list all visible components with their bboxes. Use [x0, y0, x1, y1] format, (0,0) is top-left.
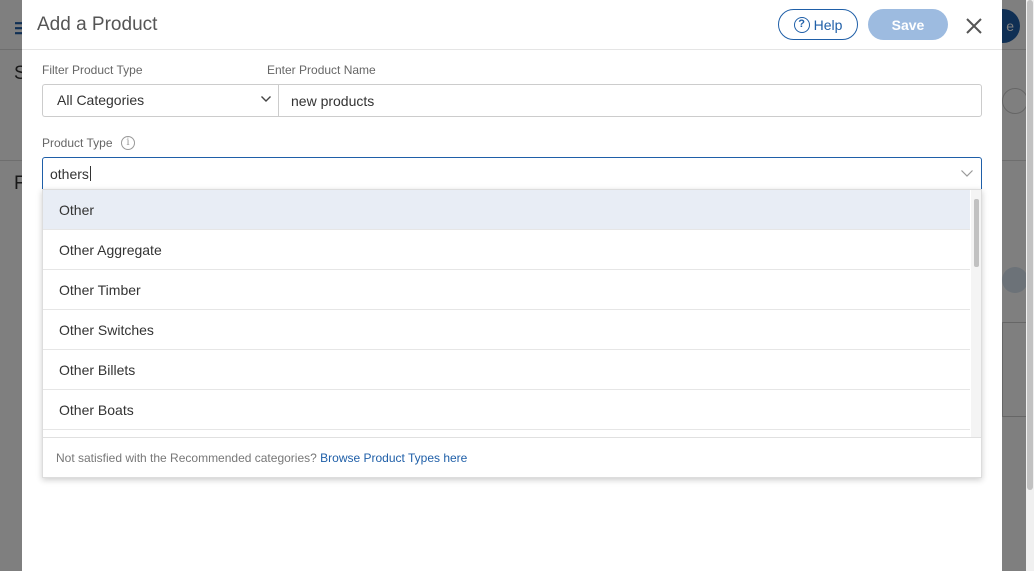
dropdown-option[interactable]: Other Aggregate [43, 230, 970, 270]
input-divider [278, 91, 279, 110]
filter-product-type-select[interactable]: All Categories [42, 84, 279, 117]
dropdown-option[interactable]: Other Boats [43, 390, 970, 430]
page-scrollbar-thumb[interactable] [1027, 0, 1033, 490]
browse-product-types-link[interactable]: Browse Product Types here [320, 451, 467, 465]
chevron-down-icon[interactable] [960, 166, 974, 180]
dropdown-option[interactable]: Other Timber [43, 270, 970, 310]
product-type-input[interactable]: others [42, 157, 982, 190]
chevron-down-icon [261, 96, 271, 102]
question-mark-icon: ? [793, 16, 810, 33]
filter-product-type-label: Filter Product Type [42, 63, 143, 77]
dropdown-footer: Not satisfied with the Recommended categ… [43, 437, 981, 477]
product-type-value: others [50, 166, 89, 182]
help-button-label: Help [813, 16, 843, 33]
dropdown-option[interactable]: Other Switches [43, 310, 970, 350]
product-type-label: Product Type [42, 136, 113, 150]
info-icon[interactable]: i [121, 136, 135, 150]
dropdown-footer-text: Not satisfied with the Recommended categ… [56, 451, 317, 465]
product-name-input[interactable]: new products [278, 84, 982, 117]
help-button[interactable]: ? Help [778, 9, 858, 40]
modal-header: Add a Product ? Help Save [22, 0, 1002, 50]
dropdown-option[interactable]: Other Billets [43, 350, 970, 390]
close-icon[interactable] [962, 14, 986, 38]
text-caret [89, 166, 91, 181]
add-product-modal: Add a Product ? Help Save Filter Product… [22, 0, 1002, 571]
save-button[interactable]: Save [868, 9, 948, 40]
dropdown-scrollbar-thumb[interactable] [974, 199, 979, 267]
modal-title: Add a Product [37, 14, 158, 35]
dropdown-option[interactable]: Other [43, 190, 970, 230]
product-name-label: Enter Product Name [267, 63, 376, 77]
product-type-dropdown: Other Other Aggregate Other Timber Other… [42, 189, 982, 478]
dropdown-options-list: Other Other Aggregate Other Timber Other… [43, 190, 970, 437]
